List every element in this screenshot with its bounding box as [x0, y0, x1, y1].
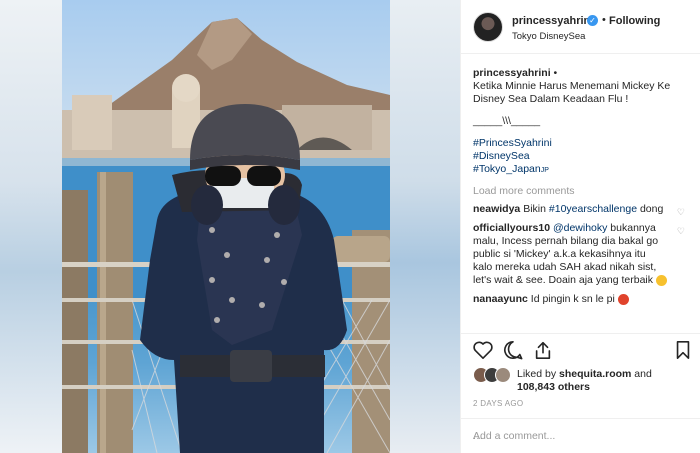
hashtag-link[interactable]: #Tokyo_JapanJP	[473, 163, 679, 177]
hashtag-text[interactable]: #Tokyo_Japan	[473, 163, 541, 175]
likes-count[interactable]: 108,843 others	[517, 381, 590, 393]
comment-username[interactable]: officiallyours10	[473, 222, 550, 234]
comment-item: nanaayunc Id pingin k sn le pi	[473, 293, 679, 306]
post-location[interactable]: Tokyo DisneySea	[512, 31, 585, 42]
add-comment-field[interactable]: Add a comment... ...	[461, 418, 700, 453]
comment-username[interactable]: nanaayunc	[473, 293, 528, 305]
comment-like-heart-icon[interactable]: ♡	[677, 225, 685, 238]
avatar[interactable]	[495, 367, 511, 383]
post-header: princessyahrini ✓ • Following Tokyo Disn…	[461, 0, 700, 54]
flag-suffix: JP	[540, 167, 549, 174]
post-photo-illustration	[62, 18, 390, 453]
caption-username[interactable]: princessyahrini	[473, 67, 551, 79]
comment-username[interactable]: neawidya	[473, 203, 520, 215]
caption-divider: _____\\\_____	[473, 115, 541, 127]
post-photo[interactable]	[62, 0, 390, 453]
post-timestamp[interactable]: 2 DAYS AGO	[473, 399, 523, 408]
likes-mid: and	[631, 368, 652, 380]
liked-by-user[interactable]: shequita.room	[559, 368, 631, 380]
hashtag-link[interactable]: #PrincesSyahrini	[473, 137, 679, 150]
following-button[interactable]: Following	[609, 15, 660, 27]
heart-icon[interactable]	[472, 340, 494, 360]
post-side-panel: princessyahrini ✓ • Following Tokyo Disn…	[460, 0, 700, 453]
verified-badge-icon: ✓	[587, 15, 598, 26]
smile-emoji-icon	[655, 274, 667, 286]
likes-summary: Liked by shequita.room and 108,843 other…	[473, 367, 697, 399]
more-options-icon[interactable]: ...	[473, 430, 483, 442]
caption-text: Ketika Minnie Harus Menemani Mickey Ke D…	[473, 80, 671, 105]
comment-text-pre: Bikin	[523, 203, 549, 215]
comment-item: neawidya Bikin #10yearschallenge dong ♡	[473, 203, 685, 217]
likes-text: Liked by shequita.room and 108,843 other…	[517, 368, 652, 394]
comment-mention[interactable]: @dewihoky	[553, 222, 607, 234]
comment-text: dong	[639, 203, 664, 215]
share-icon[interactable]	[532, 340, 554, 360]
comment-mention[interactable]: #10yearschallenge	[549, 203, 637, 215]
caption-suffix: •	[553, 67, 558, 79]
caption: princessyahrini • Ketika Minnie Harus Me…	[473, 67, 679, 177]
hashtag-link[interactable]: #DisneySea	[473, 150, 679, 163]
post-username[interactable]: princessyahrini	[512, 15, 593, 27]
blurred-edge-left	[0, 0, 62, 453]
add-comment-placeholder[interactable]: Add a comment...	[473, 430, 555, 442]
blurred-edge-right	[390, 0, 460, 453]
post-actions-bar	[461, 333, 700, 367]
comment-icon[interactable]	[502, 340, 524, 360]
avatar[interactable]	[473, 12, 503, 42]
comment-text: Id pingin k sn le pi	[530, 293, 615, 305]
bookmark-icon[interactable]	[674, 340, 692, 360]
comments-list[interactable]: princessyahrini • Ketika Minnie Harus Me…	[461, 55, 700, 333]
emoji-icon	[617, 293, 629, 305]
comment-item: officiallyours10 @dewihoky bukannya malu…	[473, 222, 685, 287]
comment-like-heart-icon[interactable]: ♡	[677, 206, 685, 219]
load-more-comments-button[interactable]: Load more comments	[473, 185, 679, 197]
likes-prefix: Liked by	[517, 368, 560, 380]
liked-by-avatars	[473, 367, 517, 383]
header-separator: •	[602, 14, 606, 26]
